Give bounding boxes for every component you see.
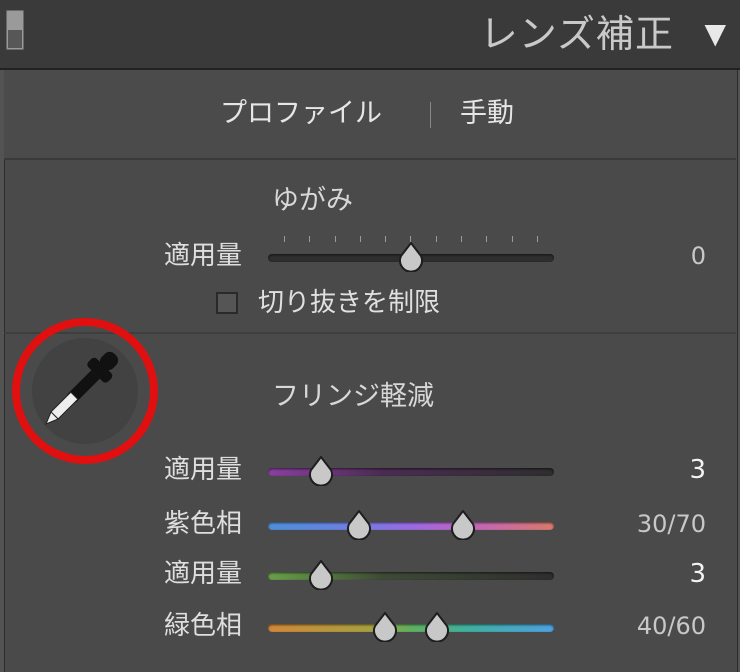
purple-amount-label: 適用量 <box>163 455 242 485</box>
purple-hue-slider[interactable] <box>268 510 554 540</box>
highlight-circle <box>12 318 158 464</box>
purple-hue-label: 紫色相 <box>163 509 242 539</box>
slider-track <box>268 624 554 632</box>
tab-bar: プロファイル 手動 <box>4 70 736 160</box>
range-thumb-high[interactable] <box>423 612 451 642</box>
triangle-down-icon[interactable]: ▼ <box>704 18 726 50</box>
distortion-amount-label: 適用量 <box>163 241 242 271</box>
slider-track <box>268 522 554 530</box>
panel-title: レンズ補正 <box>479 12 674 56</box>
slider-thumb[interactable] <box>307 456 335 486</box>
range-thumb-high[interactable] <box>449 510 477 540</box>
distortion-amount-slider[interactable] <box>268 236 554 272</box>
green-amount-value[interactable]: 3 <box>606 558 706 590</box>
panel-header[interactable]: レンズ補正 ▼ <box>0 0 740 70</box>
slider-thumb[interactable] <box>397 242 425 272</box>
distortion-amount-value[interactable]: 0 <box>606 240 706 272</box>
range-thumb-low[interactable] <box>345 510 373 540</box>
purple-amount-slider[interactable] <box>268 456 554 486</box>
purple-amount-value[interactable]: 3 <box>606 454 706 486</box>
green-amount-label: 適用量 <box>163 559 242 589</box>
constrain-crop-label: 切り抜きを制限 <box>258 288 441 318</box>
defringe-title: フリンジ軽減 <box>272 381 434 412</box>
green-hue-slider[interactable] <box>268 612 554 642</box>
purple-hue-value[interactable]: 30/70 <box>606 508 706 540</box>
slider-thumb[interactable] <box>307 560 335 590</box>
green-amount-slider[interactable] <box>268 560 554 590</box>
range-thumb-low[interactable] <box>371 612 399 642</box>
tab-manual[interactable]: 手動 <box>460 96 514 132</box>
green-hue-value[interactable]: 40/60 <box>606 610 706 642</box>
tab-separator <box>430 102 431 128</box>
tab-profile[interactable]: プロファイル <box>220 96 382 132</box>
green-hue-label: 緑色相 <box>163 611 242 641</box>
distortion-title: ゆがみ <box>272 185 353 216</box>
constrain-crop-checkbox[interactable] <box>216 292 238 314</box>
panel-switch[interactable] <box>6 10 24 50</box>
